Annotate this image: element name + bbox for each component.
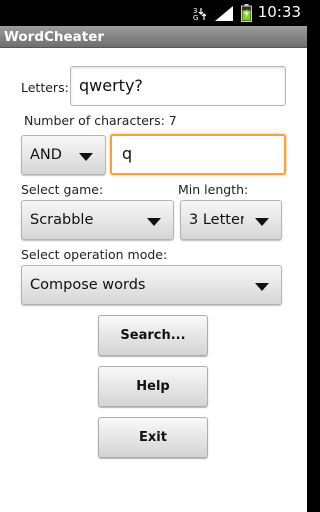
- battery-icon: [241, 4, 252, 22]
- help-button[interactable]: Help: [98, 366, 208, 407]
- app-title-bar: WordCheater: [0, 26, 307, 48]
- app-title: WordCheater: [4, 29, 105, 45]
- operation-mode-value: Compose words: [30, 277, 146, 293]
- letters-input[interactable]: qwerty?: [70, 66, 286, 106]
- svg-text:G: G: [193, 14, 198, 21]
- exit-button[interactable]: Exit: [98, 417, 208, 458]
- filter-input[interactable]: q: [110, 134, 286, 175]
- letters-label: Letters:: [21, 80, 69, 95]
- main-content: Letters: qwerty? Number of characters: 7…: [0, 48, 307, 512]
- dropdown-arrow-icon: [79, 153, 93, 161]
- min-length-value: 3 Letters: [189, 212, 244, 228]
- char-count-label: Number of characters: 7: [24, 113, 177, 128]
- operator-spinner[interactable]: AND: [21, 135, 106, 175]
- select-game-label: Select game:: [21, 182, 104, 197]
- status-bar: 3 G 10:33: [0, 0, 307, 26]
- operation-mode-label: Select operation mode:: [21, 247, 168, 262]
- dropdown-arrow-icon: [255, 218, 269, 226]
- min-length-spinner[interactable]: 3 Letters: [180, 200, 282, 240]
- network-3g-icon: 3 G: [193, 7, 206, 21]
- signal-strength-icon: [215, 6, 233, 21]
- dropdown-arrow-icon: [147, 218, 161, 226]
- min-length-label: Min length:: [178, 182, 249, 197]
- clock: 10:33: [257, 3, 301, 21]
- game-value: Scrabble: [30, 212, 94, 228]
- operator-value: AND: [30, 147, 62, 163]
- game-spinner[interactable]: Scrabble: [21, 200, 174, 240]
- dropdown-arrow-icon: [255, 283, 269, 291]
- operation-mode-spinner[interactable]: Compose words: [21, 265, 282, 305]
- search-button[interactable]: Search...: [98, 315, 208, 356]
